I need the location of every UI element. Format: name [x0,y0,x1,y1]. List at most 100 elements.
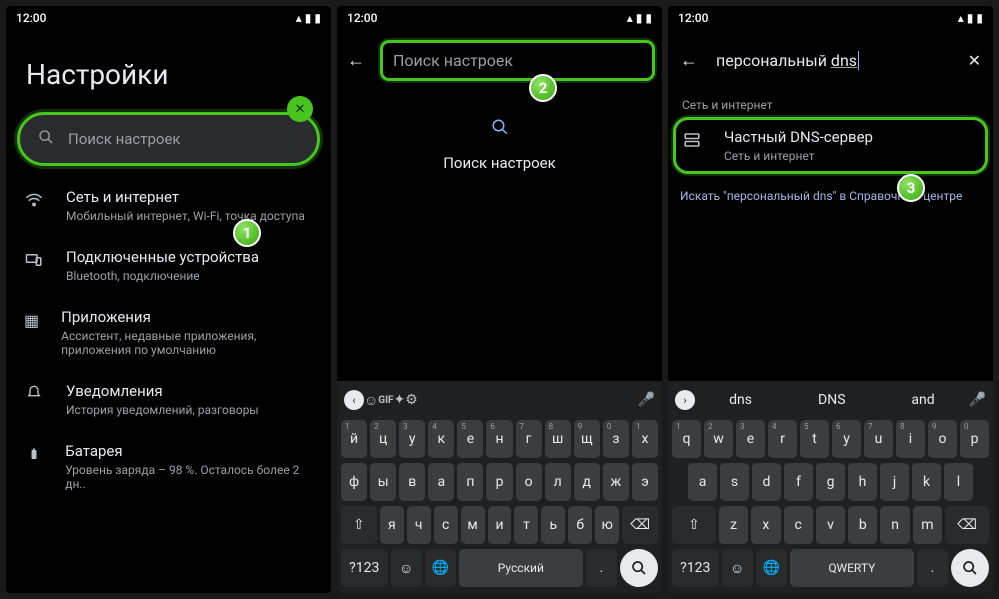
settings-item-notifications[interactable]: Уведомления История уведомлений, разгово… [20,382,317,417]
mic-icon[interactable]: 🎤 [969,392,986,408]
suggestion[interactable]: and [877,392,968,408]
key-ю[interactable]: ю [595,506,619,544]
gif-icon[interactable]: GIF [378,395,393,406]
help-center-link[interactable]: Искать "персональный dns" в Справочном ц… [680,189,981,203]
numkey[interactable]: ?123 [341,549,388,587]
key-ф[interactable]: ф [341,463,367,501]
key-у[interactable]: у3 [399,420,425,458]
key-в[interactable]: в [399,463,425,501]
search-key[interactable] [620,549,658,587]
search-input[interactable]: Поиск настроек [383,43,652,78]
key-h[interactable]: h [848,463,877,501]
key-а[interactable]: а [428,463,454,501]
key-v[interactable]: v [816,506,845,544]
key-г[interactable]: г7 [516,420,542,458]
key-к[interactable]: к4 [428,420,454,458]
settings-item-apps[interactable]: ▦ Приложения Ассистент, недавные приложе… [20,308,317,357]
key-ж[interactable]: ж [603,463,629,501]
key-и[interactable]: и [488,506,512,544]
key-д[interactable]: д [574,463,600,501]
globe-key[interactable]: 🌐 [756,549,787,587]
key-r[interactable]: r4 [768,420,797,458]
key-p[interactable]: p0 [960,420,989,458]
key-н[interactable]: н6 [486,420,512,458]
search-result-private-dns[interactable]: Частный DNS-сервер Сеть и интернет [676,120,985,171]
key-ы[interactable]: ы [370,463,396,501]
key-э[interactable]: э [632,463,658,501]
numkey[interactable]: ?123 [672,549,719,587]
key-б[interactable]: б [568,506,592,544]
key-l[interactable]: l [944,463,973,501]
settings-item-network[interactable]: Сеть и интернет Мобильный интернет, Wi-F… [20,188,317,223]
key-q[interactable]: q1 [672,420,701,458]
key-j[interactable]: j [880,463,909,501]
search-query-word: dns [831,51,857,70]
key-й[interactable]: й1 [341,420,367,458]
chevron-left-icon[interactable]: ‹ [344,390,364,410]
key-x[interactable]: x [751,506,780,544]
key-ч[interactable]: ч [407,506,431,544]
gear-icon[interactable]: ⚙ [405,392,418,408]
key-a[interactable]: a [688,463,717,501]
key-з[interactable]: з0 [603,420,629,458]
spacebar[interactable]: QWERTY [790,549,914,587]
search-input[interactable]: Поиск настроек [20,115,317,163]
profile-avatar-icon[interactable]: ✕ [287,96,313,122]
key-t[interactable]: t5 [800,420,829,458]
suggestion[interactable]: DNS [786,392,877,408]
period-key[interactable]: . [586,549,617,587]
back-button[interactable]: ← [680,50,698,71]
backspace-key[interactable]: ⌫ [622,506,658,544]
sticker-icon[interactable]: ☺ [364,392,378,409]
search-key[interactable] [951,549,989,587]
key-f[interactable]: f [784,463,813,501]
period-key[interactable]: . [917,549,948,587]
key-т[interactable]: т [514,506,538,544]
emoji-key[interactable]: ☺ [722,549,753,587]
back-button[interactable]: ← [347,50,365,71]
key-u[interactable]: u7 [864,420,893,458]
spacebar[interactable]: Русский [459,549,583,587]
key-щ[interactable]: щ9 [574,420,600,458]
key-i[interactable]: i8 [896,420,925,458]
key-с[interactable]: с [434,506,458,544]
key-о[interactable]: о [516,463,542,501]
key-g[interactable]: g [816,463,845,501]
key-л[interactable]: л [545,463,571,501]
search-input[interactable]: персональный dns [716,43,950,78]
suggestion[interactable]: dns [695,392,786,408]
settings-item-devices[interactable]: Подключенные устройства Bluetooth, подкл… [20,248,317,283]
translate-icon[interactable]: ✦ [394,392,406,408]
chevron-right-icon[interactable]: › [675,390,695,410]
key-х[interactable]: х1 [632,420,658,458]
emoji-key[interactable]: ☺ [391,549,422,587]
key-y[interactable]: y6 [832,420,861,458]
backspace-key[interactable]: ⌫ [945,506,989,544]
key-ь[interactable]: ь [541,506,565,544]
globe-key[interactable]: 🌐 [425,549,456,587]
clear-icon[interactable]: ✕ [968,51,981,70]
key-k[interactable]: k [912,463,941,501]
key-z[interactable]: z [719,506,748,544]
shift-key[interactable]: ⇧ [672,506,716,544]
key-ц[interactable]: ц2 [370,420,396,458]
key-c[interactable]: c [784,506,813,544]
key-м[interactable]: м [461,506,485,544]
key-р[interactable]: р [486,463,512,501]
key-w[interactable]: w2 [704,420,733,458]
key-я[interactable]: я [380,506,404,544]
key-е[interactable]: е5 [457,420,483,458]
key-n[interactable]: n [880,506,909,544]
key-s[interactable]: s [720,463,749,501]
key-ш[interactable]: ш8 [545,420,571,458]
key-b[interactable]: b [848,506,877,544]
key-o[interactable]: o9 [928,420,957,458]
key-m[interactable]: m [913,506,942,544]
key-п[interactable]: п [457,463,483,501]
mic-icon[interactable]: 🎤 [638,392,655,408]
key-d[interactable]: d [752,463,781,501]
wifi-icon [24,191,44,209]
settings-item-battery[interactable]: Батарея Уровень заряда – 98 %. Осталось … [20,442,317,491]
shift-key[interactable]: ⇧ [341,506,377,544]
key-e[interactable]: e3 [736,420,765,458]
